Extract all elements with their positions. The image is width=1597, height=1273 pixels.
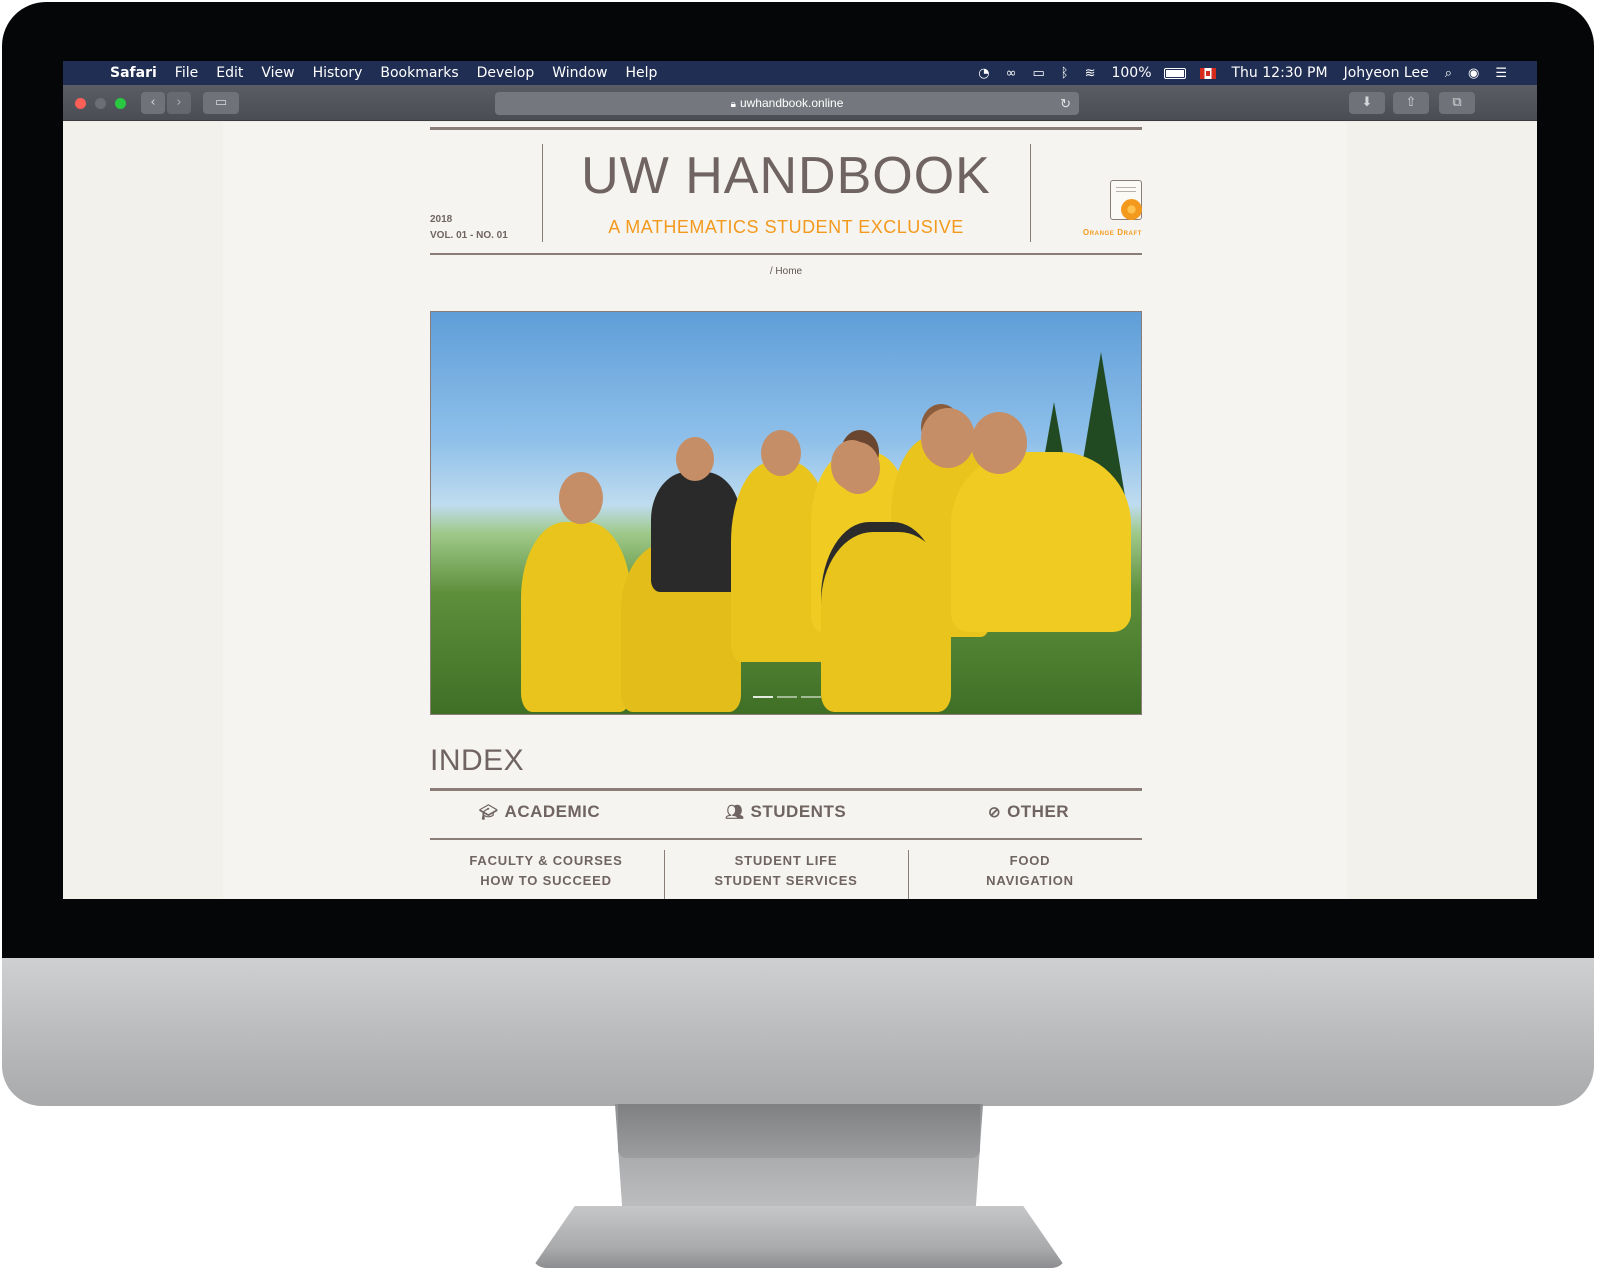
category-other[interactable]: ⊘ OTHER bbox=[988, 802, 1069, 822]
graduation-cap-icon: 🎓︎ bbox=[479, 804, 499, 821]
menubar-user[interactable]: Johyeon Lee bbox=[1336, 65, 1437, 81]
link-navigation[interactable]: NAVIGATION bbox=[914, 871, 1146, 891]
notification-icon[interactable]: ◔ bbox=[970, 66, 997, 81]
column-divider bbox=[908, 850, 909, 899]
input-source-flag-icon[interactable] bbox=[1199, 67, 1216, 79]
issue-year: 2018 bbox=[430, 214, 453, 225]
web-page: 2018 VOL. 01 - NO. 01 UW HANDBOOK A MATH… bbox=[63, 122, 1537, 899]
menubar: Safari File Edit View History Bookmarks … bbox=[63, 61, 1537, 85]
menu-app-safari[interactable]: Safari bbox=[101, 65, 166, 81]
index-title: INDEX bbox=[430, 744, 525, 777]
back-button[interactable]: ‹ bbox=[141, 92, 165, 114]
menu-view[interactable]: View bbox=[252, 65, 303, 81]
link-food[interactable]: FOOD bbox=[914, 851, 1146, 871]
category-students-label: STUDENTS bbox=[750, 802, 847, 821]
show-tabs-icon[interactable]: ⧉ bbox=[1439, 92, 1475, 114]
hero-carousel-image[interactable] bbox=[430, 311, 1142, 715]
downloads-icon[interactable]: ⬇ bbox=[1349, 92, 1385, 114]
masthead-divider-right bbox=[1030, 144, 1031, 242]
users-icon: 👥︎ bbox=[725, 804, 745, 821]
link-how-to-succeed[interactable]: HOW TO SUCCEED bbox=[430, 871, 662, 891]
orange-draft-logo-icon bbox=[1110, 180, 1142, 220]
menu-edit[interactable]: Edit bbox=[207, 65, 252, 81]
menu-file[interactable]: File bbox=[166, 65, 207, 81]
address-bar[interactable]: 🔒︎ uwhandbook.online ↻ bbox=[495, 92, 1079, 115]
menubar-clock[interactable]: Thu 12:30 PM bbox=[1224, 65, 1336, 81]
wifi-icon[interactable]: ≋ bbox=[1077, 66, 1104, 81]
link-student-life[interactable]: STUDENT LIFE bbox=[670, 851, 902, 871]
notification-center-icon[interactable]: ☰ bbox=[1487, 66, 1515, 81]
brand-label: Orange Draft bbox=[1082, 228, 1142, 237]
menu-help[interactable]: Help bbox=[616, 65, 666, 81]
status-area: ◔ ∞ ▭ ᛒ ≋ 100% Thu 12:30 PM Johyeon Lee … bbox=[970, 65, 1537, 81]
safari-toolbar: ‹ › ▭ 🔒︎uwhandbook.online ↻ ⬇ ⇧ ⧉ + bbox=[63, 85, 1537, 139]
battery-icon[interactable] bbox=[1163, 67, 1186, 79]
masthead-bottom-rule bbox=[430, 253, 1142, 255]
imac-stand-base bbox=[532, 1206, 1066, 1268]
menu-history[interactable]: History bbox=[304, 65, 372, 81]
breadcrumb[interactable]: / Home bbox=[430, 266, 1142, 277]
issue-info: 2018 VOL. 01 - NO. 01 bbox=[430, 212, 540, 244]
menu-window[interactable]: Window bbox=[543, 65, 616, 81]
column-divider bbox=[664, 850, 665, 899]
spotlight-search-icon[interactable]: ⌕ bbox=[1437, 66, 1460, 81]
zoom-window-button[interactable] bbox=[115, 98, 126, 109]
url-text: uwhandbook.online bbox=[739, 96, 844, 110]
menu-develop[interactable]: Develop bbox=[468, 65, 544, 81]
siri-icon[interactable]: ◉ bbox=[1460, 66, 1487, 81]
menu-bookmarks[interactable]: Bookmarks bbox=[371, 65, 467, 81]
students-links: STUDENT LIFE STUDENT SERVICES bbox=[670, 851, 902, 891]
reload-icon[interactable]: ↻ bbox=[1060, 92, 1071, 115]
imac-stand-shadow bbox=[618, 1104, 980, 1158]
minimize-window-button[interactable] bbox=[95, 98, 106, 109]
link-faculty-courses[interactable]: FACULTY & COURSES bbox=[430, 851, 662, 871]
battery-percent: 100% bbox=[1111, 65, 1152, 81]
category-rule bbox=[430, 838, 1142, 840]
screen: Safari File Edit View History Bookmarks … bbox=[63, 61, 1537, 899]
site-title[interactable]: UW HANDBOOK bbox=[543, 146, 1029, 206]
forward-button[interactable]: › bbox=[167, 92, 191, 114]
site-subtitle: A MATHEMATICS STUDENT EXCLUSIVE bbox=[608, 217, 964, 237]
apple-logo-icon bbox=[764, 985, 834, 1065]
category-academic-label: ACADEMIC bbox=[504, 802, 601, 821]
category-students[interactable]: 👥︎ STUDENTS bbox=[725, 802, 846, 822]
sidebar-toggle-icon[interactable]: ▭ bbox=[203, 92, 239, 114]
creative-cloud-icon[interactable]: ∞ bbox=[998, 66, 1025, 81]
page-content: 2018 VOL. 01 - NO. 01 UW HANDBOOK A MATH… bbox=[430, 122, 1142, 899]
issue-volume: VOL. 01 - NO. 01 bbox=[430, 230, 508, 241]
masthead-top-rule bbox=[430, 127, 1142, 130]
other-links: FOOD NAVIGATION bbox=[914, 851, 1146, 891]
lock-icon: 🔒︎ bbox=[730, 99, 736, 110]
share-icon[interactable]: ⇧ bbox=[1393, 92, 1429, 114]
index-rule bbox=[430, 788, 1142, 791]
compass-icon: ⊘ bbox=[988, 804, 1002, 821]
airplay-icon[interactable]: ▭ bbox=[1024, 66, 1052, 81]
close-window-button[interactable] bbox=[75, 98, 86, 109]
category-other-label: OTHER bbox=[1007, 802, 1070, 821]
academic-links: FACULTY & COURSES HOW TO SUCCEED bbox=[430, 851, 662, 891]
bluetooth-icon[interactable]: ᛒ bbox=[1053, 66, 1077, 81]
category-academic[interactable]: 🎓︎ ACADEMIC bbox=[479, 802, 600, 822]
link-student-services[interactable]: STUDENT SERVICES bbox=[670, 871, 902, 891]
